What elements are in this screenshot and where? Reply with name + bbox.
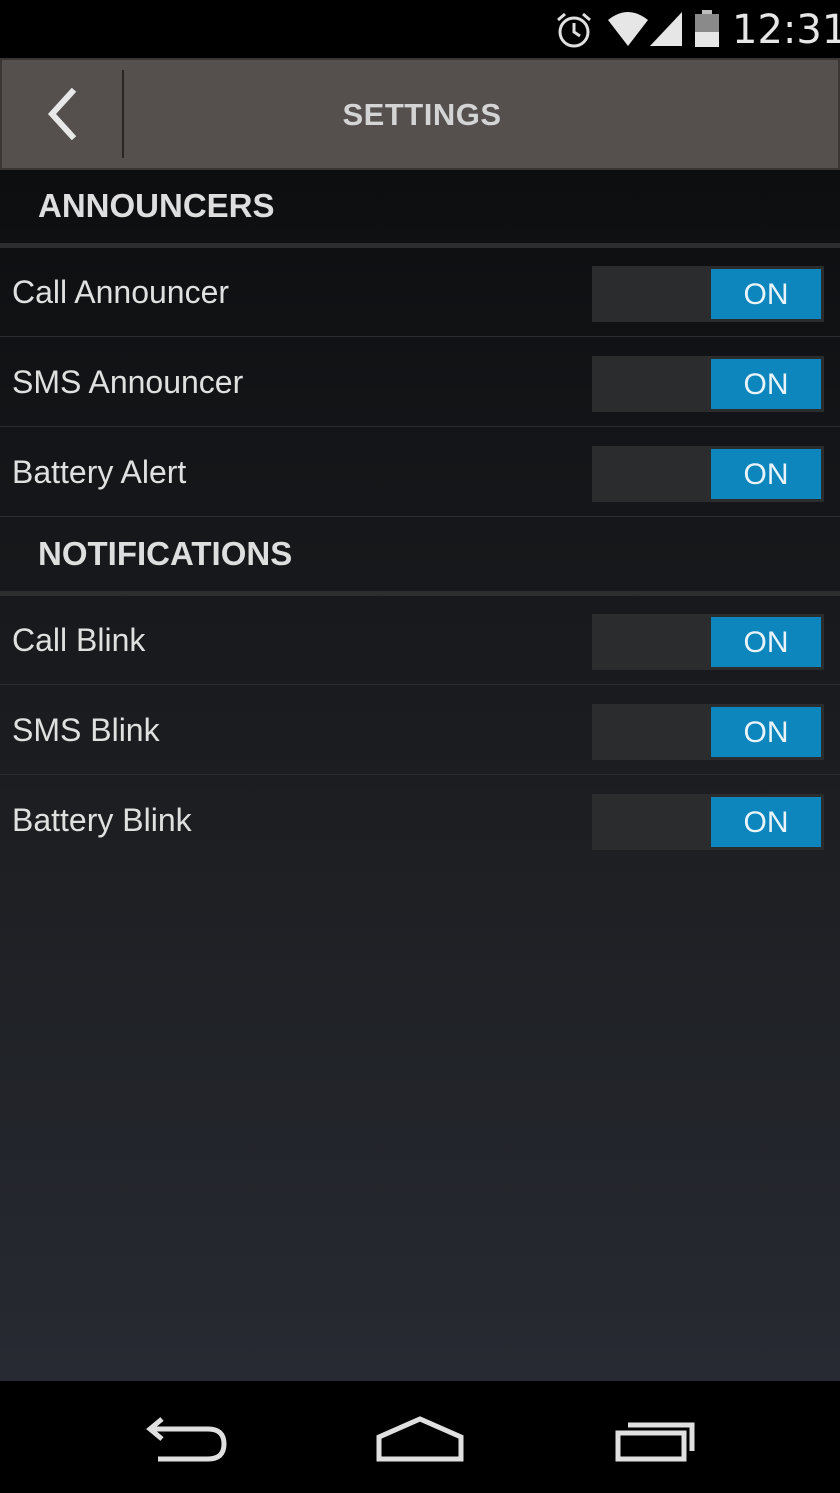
setting-label: Call Blink — [12, 622, 146, 658]
toggle-state: ON — [711, 797, 821, 847]
nav-back-button[interactable] — [132, 1407, 242, 1467]
back-icon — [146, 1417, 227, 1462]
section-title: NOTIFICATIONS — [38, 535, 293, 572]
setting-row-sms-announcer: SMS Announcer ON — [0, 338, 840, 427]
wifi-icon — [606, 10, 650, 53]
setting-label: SMS Blink — [12, 712, 160, 748]
setting-label: Call Announcer — [12, 274, 230, 310]
toggle-state: ON — [711, 617, 821, 667]
section-header-announcers: ANNOUNCERS — [0, 170, 840, 248]
sms-announcer-toggle[interactable]: ON — [592, 356, 824, 412]
call-blink-toggle[interactable]: ON — [592, 614, 824, 670]
nav-recents-button[interactable] — [600, 1407, 710, 1467]
action-bar: SETTINGS — [0, 58, 840, 170]
toggle-state: ON — [711, 359, 821, 409]
call-announcer-toggle[interactable]: ON — [592, 266, 824, 322]
setting-row-call-blink: Call Blink ON — [0, 596, 840, 685]
signal-icon — [648, 10, 684, 53]
recents-icon — [615, 1422, 695, 1462]
home-icon — [376, 1416, 464, 1462]
toggle-state: ON — [711, 449, 821, 499]
setting-label: Battery Blink — [12, 802, 192, 838]
battery-icon — [694, 10, 720, 53]
setting-label: SMS Announcer — [12, 364, 244, 400]
sms-blink-toggle[interactable]: ON — [592, 704, 824, 760]
setting-row-call-announcer: Call Announcer ON — [0, 248, 840, 337]
setting-row-sms-blink: SMS Blink ON — [0, 686, 840, 775]
setting-label: Battery Alert — [12, 454, 187, 490]
toggle-state: ON — [711, 269, 821, 319]
chevron-left-icon — [47, 88, 77, 140]
battery-alert-toggle[interactable]: ON — [592, 446, 824, 502]
status-time: 12:31 — [732, 7, 840, 53]
action-bar-divider — [122, 70, 124, 158]
page-title: SETTINGS — [342, 97, 502, 132]
section-header-notifications: NOTIFICATIONS — [0, 518, 840, 596]
setting-row-battery-alert: Battery Alert ON — [0, 428, 840, 517]
settings-list: ANNOUNCERS Call Announcer ON SMS Announc… — [0, 170, 840, 1381]
battery-blink-toggle[interactable]: ON — [592, 794, 824, 850]
navigation-bar — [0, 1381, 840, 1493]
nav-home-button[interactable] — [365, 1407, 475, 1467]
alarm-icon — [554, 10, 594, 55]
section-title: ANNOUNCERS — [38, 187, 275, 224]
status-bar: 12:31 — [0, 0, 840, 58]
setting-row-battery-blink: Battery Blink ON — [0, 776, 840, 865]
toggle-state: ON — [711, 707, 821, 757]
back-button[interactable] — [2, 60, 122, 168]
